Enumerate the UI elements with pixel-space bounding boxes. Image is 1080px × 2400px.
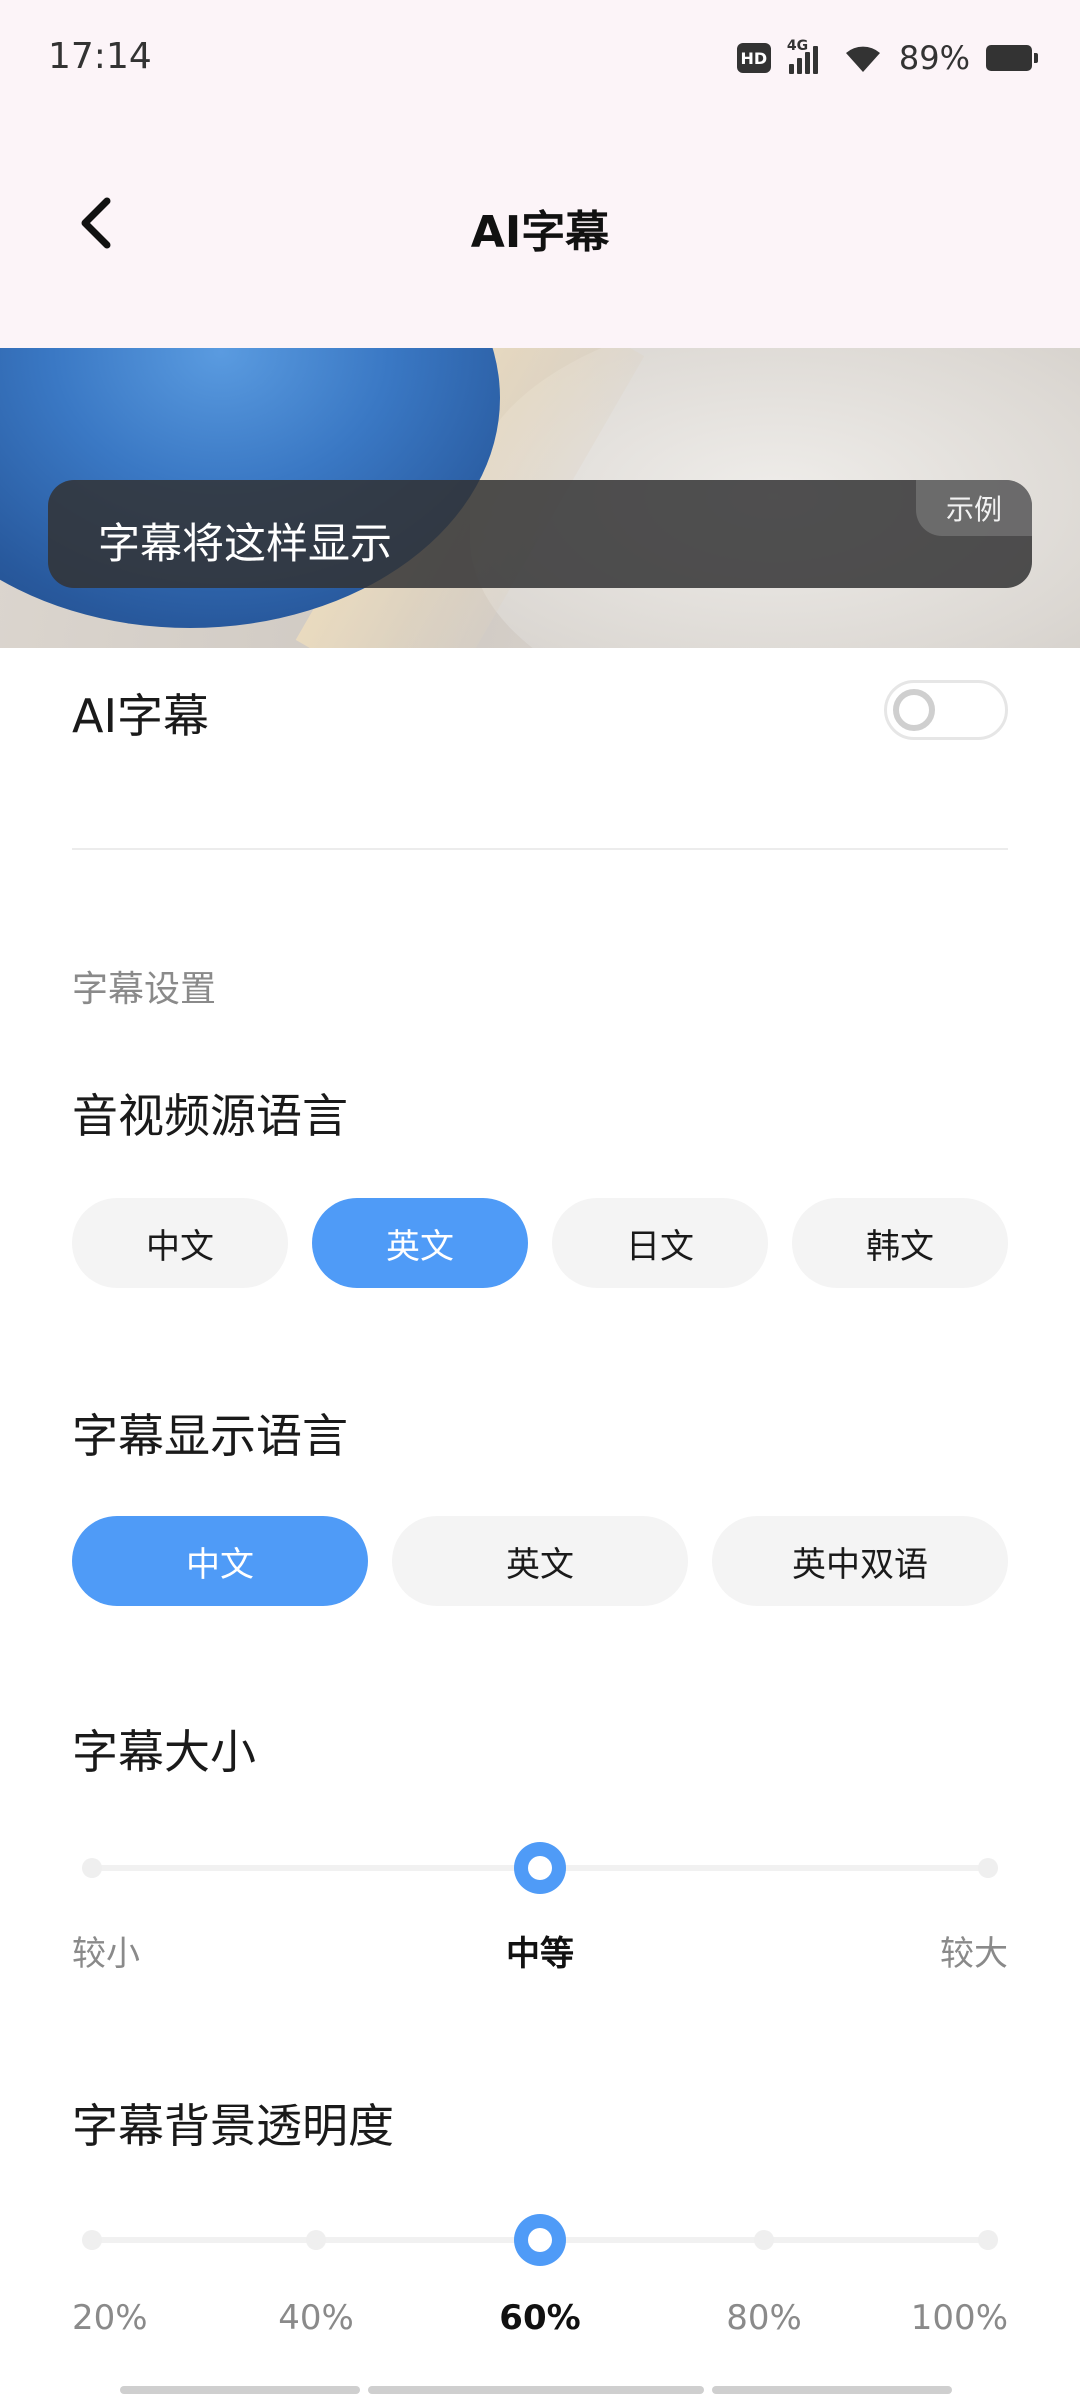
caption-text: 字幕将这样显示 [98,519,393,568]
battery-icon [986,45,1038,71]
font-size-large[interactable]: 较大 [940,1926,1008,1975]
example-tag: 示例 [915,480,1032,536]
divider [72,848,1008,850]
opacity-100[interactable]: 100% [911,2298,1008,2338]
font-size-small[interactable]: 较小 [72,1926,140,1975]
wifi-icon [845,46,880,72]
slider-step-dot[interactable] [978,2230,998,2250]
slider-step-dot[interactable] [306,2230,326,2250]
opacity-60[interactable]: 60% [499,2298,580,2338]
network-type-label: 4G [786,38,809,54]
display-lang-english[interactable]: 英文 [392,1516,688,1606]
opacity-40[interactable]: 40% [278,2298,354,2338]
signal-icon: 4G [787,38,827,74]
hd-icon: HD [736,43,771,73]
font-size-slider[interactable] [72,1838,1008,1898]
opacity-20[interactable]: 20% [72,2298,148,2338]
source-lang-japanese[interactable]: 日文 [552,1198,768,1288]
header: AI字幕 [0,150,1080,300]
font-size-scale: 较小 中等 较大 [72,1926,1008,1976]
section-title: 字幕设置 [72,969,217,1010]
slider-step-dot[interactable] [82,2230,102,2250]
source-lang-korean[interactable]: 韩文 [792,1198,1008,1288]
opacity-80[interactable]: 80% [726,2298,802,2338]
status-time: 17:14 [48,36,152,77]
slider-thumb[interactable] [514,2214,566,2266]
source-lang-chinese[interactable]: 中文 [72,1198,288,1288]
page-title: AI字幕 [470,207,610,258]
font-size-title: 字幕大小 [72,1725,256,1779]
slider-step-dot[interactable] [978,1858,998,1878]
bg-opacity-scale: 20% 40% 60% 80% 100% [72,2298,1008,2348]
slider-step-dot[interactable] [754,2230,774,2250]
bg-opacity-title: 字幕背景透明度 [72,2099,394,2153]
source-language-title: 音视频源语言 [72,1089,348,1143]
status-icons: HD 4G 89% [736,36,1038,80]
display-lang-chinese[interactable]: 中文 [72,1516,368,1606]
slider-thumb[interactable] [514,1842,566,1894]
display-lang-bilingual[interactable]: 英中双语 [712,1516,1008,1606]
bottom-scroll-indicator [120,2386,960,2394]
toggle-knob [893,689,935,731]
subtitle-preview: 字幕将这样显示 示例 [0,348,1080,648]
caption-box: 字幕将这样显示 示例 [48,480,1032,588]
ai-subtitle-toggle[interactable] [884,680,1008,740]
source-language-options: 中文 英文 日文 韩文 [72,1198,1008,1288]
font-size-medium[interactable]: 中等 [506,1926,574,1975]
display-language-title: 字幕显示语言 [72,1409,348,1463]
ai-subtitle-row: AI字幕 [72,680,1008,743]
bg-opacity-slider[interactable] [72,2210,1008,2270]
source-lang-english[interactable]: 英文 [312,1198,528,1288]
battery-percent: 89% [898,39,970,77]
status-bar: 17:14 HD 4G 89% [0,0,1080,118]
ai-subtitle-label: AI字幕 [72,689,210,743]
slider-step-dot[interactable] [82,1858,102,1878]
display-language-options: 中文 英文 英中双语 [72,1516,1008,1606]
